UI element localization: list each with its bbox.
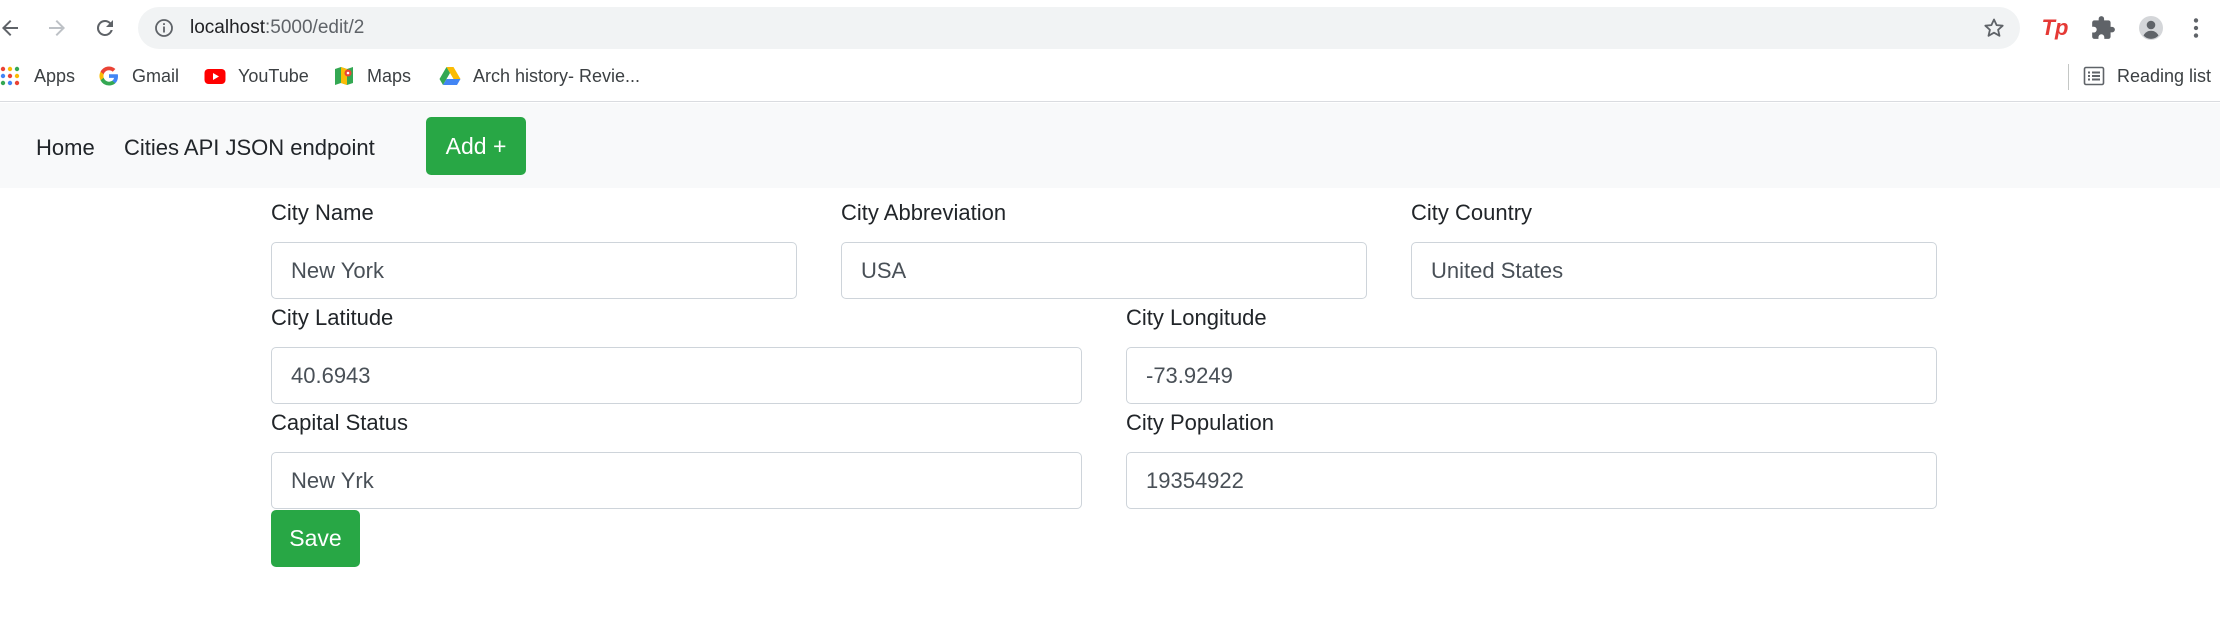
city-country-input[interactable] [1411,242,1937,299]
bookmark-youtube[interactable]: YouTube [204,56,309,96]
youtube-icon [204,65,226,87]
city-longitude-label: City Longitude [1126,305,1267,330]
reload-icon[interactable] [89,12,121,44]
capital-status-label: Capital Status [271,410,408,435]
url-path: :5000/edit/2 [265,17,365,38]
bookmarks-bar: Apps Gmail YouTube Maps Arch history- Re… [0,56,2220,102]
url-text: localhost:5000/edit/2 [190,7,364,49]
tp-extension-label: Tp [2041,15,2069,40]
bookmark-label: Gmail [132,65,180,86]
bookmark-label: Maps [367,65,412,86]
bookmark-label: Apps [34,65,76,86]
forward-icon[interactable] [41,12,73,44]
site-info-icon[interactable] [154,18,174,38]
bookmark-maps[interactable]: Maps [333,56,411,96]
profile-avatar-icon[interactable] [2135,12,2167,44]
bookmark-label: YouTube [238,65,309,86]
save-button[interactable]: Save [271,510,360,567]
bookmark-gmail[interactable]: Gmail [98,56,179,96]
bookmark-label: Arch history- Revie... [473,65,641,86]
city-latitude-label: City Latitude [271,305,394,330]
capital-status-input[interactable] [271,452,1082,509]
maps-icon [333,65,355,87]
bookmark-arch-history[interactable]: Arch history- Revie... [439,56,640,96]
city-longitude-input[interactable] [1126,347,1937,404]
address-bar[interactable]: localhost:5000/edit/2 [138,7,2020,49]
google-drive-icon [439,65,461,87]
city-population-label: City Population [1126,410,1274,435]
city-abbreviation-label: City Abbreviation [841,200,1007,225]
tp-extension-icon[interactable]: Tp [2039,12,2071,44]
city-population-input[interactable] [1126,452,1937,509]
reading-list-button[interactable]: Reading list [2083,56,2211,96]
menu-kebab-icon[interactable] [2180,12,2212,44]
city-country-label: City Country [1411,200,1533,225]
google-icon [98,65,120,87]
nav-home-link[interactable]: Home [36,103,95,193]
city-name-label: City Name [271,200,374,225]
extensions-puzzle-icon[interactable] [2087,12,2119,44]
app-navbar: Home Cities API JSON endpoint Add + [0,103,2220,188]
bookmark-star-icon[interactable] [1982,16,2006,40]
bookmarks-divider [2068,64,2069,90]
city-latitude-input[interactable] [271,347,1082,404]
reading-list-icon [2083,65,2105,87]
reading-list-label: Reading list [2117,65,2212,86]
browser-toolbar: localhost:5000/edit/2 Tp [0,0,2220,56]
bookmark-apps[interactable]: Apps [0,56,75,96]
nav-cities-api-link[interactable]: Cities API JSON endpoint [124,103,375,193]
apps-grid-icon [0,65,22,87]
add-button[interactable]: Add + [426,117,526,175]
city-name-input[interactable] [271,242,797,299]
back-icon[interactable] [0,12,26,44]
url-host: localhost [190,17,265,38]
city-abbreviation-input[interactable] [841,242,1367,299]
